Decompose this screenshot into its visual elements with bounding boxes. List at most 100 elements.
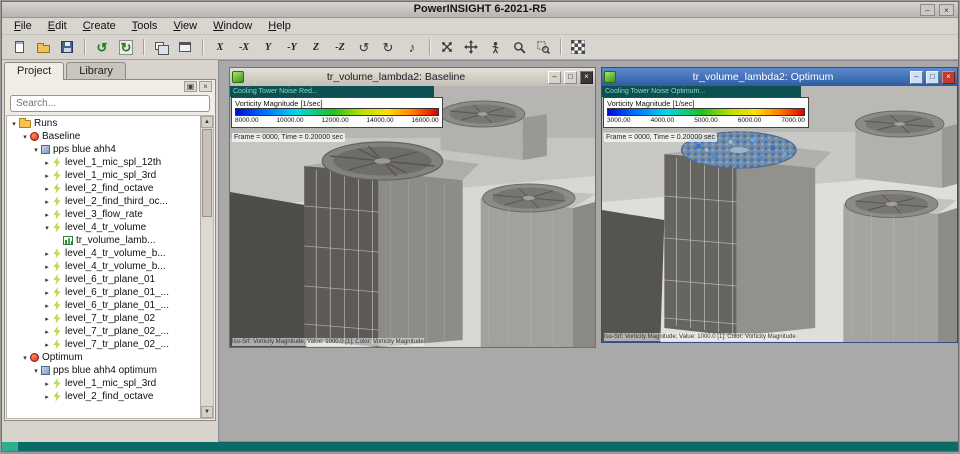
tree-expander-icon[interactable]: ▸ bbox=[42, 393, 52, 401]
tile-windows-button[interactable] bbox=[150, 37, 172, 58]
mdi-area: tr_volume_lambda2: Baseline – □ × Coolin… bbox=[218, 60, 958, 442]
tree-expander-icon[interactable]: ▾ bbox=[42, 224, 52, 232]
tree-item[interactable]: ▸ level_3_flow_rate bbox=[7, 208, 200, 221]
window-close-button[interactable]: × bbox=[939, 4, 954, 16]
tree-item[interactable]: ▸ level_2_find_third_oc... bbox=[7, 195, 200, 208]
child-titlebar[interactable]: tr_volume_lambda2: Optimum – □ × bbox=[602, 68, 957, 86]
menu-file[interactable]: File bbox=[6, 19, 40, 33]
tree-item[interactable]: ▾ pps blue ahh4 bbox=[7, 143, 200, 156]
menu-create[interactable]: Create bbox=[75, 19, 124, 33]
tree-expander-icon[interactable]: ▸ bbox=[42, 159, 52, 167]
save-button[interactable] bbox=[56, 37, 78, 58]
app-titlebar[interactable]: PowerINSIGHT 6-2021-R5 – × bbox=[2, 2, 958, 18]
tree-expander-icon[interactable]: ▾ bbox=[9, 120, 19, 128]
tree-expander-icon[interactable]: ▾ bbox=[20, 354, 30, 362]
child-minimize-button[interactable]: – bbox=[910, 70, 923, 84]
tree-expander-icon[interactable]: ▾ bbox=[31, 146, 41, 154]
view-neg-y-button[interactable]: -Y bbox=[281, 37, 303, 58]
colorbar-legend: Vorticity Magnitude [1/sec] 3000.00 4000… bbox=[603, 97, 809, 128]
tree-expander-icon[interactable]: ▸ bbox=[42, 198, 52, 206]
view-neg-z-button[interactable]: -Z bbox=[329, 37, 351, 58]
tree-expander-icon[interactable]: ▸ bbox=[42, 328, 52, 336]
chart-icon bbox=[63, 236, 73, 245]
tree-expander-icon[interactable]: ▾ bbox=[20, 133, 30, 141]
tree-item[interactable]: tr_volume_lamb... bbox=[7, 234, 200, 247]
menu-view[interactable]: View bbox=[165, 19, 205, 33]
tree-item[interactable]: ▸ level_6_tr_plane_01 bbox=[7, 273, 200, 286]
scrollbar-thumb[interactable] bbox=[202, 129, 212, 217]
tree-item[interactable]: ▸ level_2_find_octave bbox=[7, 390, 200, 403]
tab-project[interactable]: Project bbox=[4, 62, 65, 80]
tree-expander-icon[interactable]: ▸ bbox=[42, 341, 52, 349]
animation-button[interactable]: ♪ bbox=[401, 37, 423, 58]
analysis-icon bbox=[53, 196, 61, 207]
child-maximize-button[interactable]: □ bbox=[926, 70, 939, 84]
tree-expander-icon[interactable]: ▸ bbox=[42, 276, 52, 284]
tree-expander-icon[interactable]: ▸ bbox=[42, 172, 52, 180]
tree-item[interactable]: ▸ level_7_tr_plane_02_... bbox=[7, 325, 200, 338]
tree-expander-icon[interactable]: ▸ bbox=[42, 263, 52, 271]
tree-item[interactable]: ▾ Baseline bbox=[7, 130, 200, 143]
tree-item[interactable]: ▸ level_4_tr_volume_b... bbox=[7, 247, 200, 260]
tree-item[interactable]: ▸ level_6_tr_plane_01_... bbox=[7, 299, 200, 312]
tree-item[interactable]: ▾ Runs bbox=[7, 117, 200, 130]
run-button[interactable]: ↻ bbox=[115, 37, 137, 58]
tree-item[interactable]: ▾ Optimum bbox=[7, 351, 200, 364]
save-icon bbox=[61, 41, 73, 53]
tree-scrollbar[interactable]: ▲ ▼ bbox=[200, 116, 213, 418]
tree-item[interactable]: ▸ level_1_mic_spl_12th bbox=[7, 156, 200, 169]
search-input[interactable] bbox=[10, 95, 210, 112]
tree-expander-icon[interactable]: ▸ bbox=[42, 302, 52, 310]
float-panel-button[interactable]: ▣ bbox=[184, 81, 197, 92]
view-y-button[interactable]: Y bbox=[257, 37, 279, 58]
tree-item[interactable]: ▸ level_2_find_octave bbox=[7, 182, 200, 195]
open-button[interactable] bbox=[32, 37, 54, 58]
tree-item[interactable]: ▸ level_1_mic_spl_3rd bbox=[7, 169, 200, 182]
zoom-button[interactable] bbox=[508, 37, 530, 58]
child-maximize-button[interactable]: □ bbox=[564, 70, 577, 84]
scroll-up-icon[interactable]: ▲ bbox=[201, 116, 213, 128]
menu-window[interactable]: Window bbox=[205, 19, 260, 33]
tree-expander-icon[interactable]: ▸ bbox=[42, 380, 52, 388]
case-icon bbox=[41, 366, 50, 375]
walkthrough-button[interactable] bbox=[484, 37, 506, 58]
tree-expander-icon[interactable]: ▾ bbox=[31, 367, 41, 375]
window-minimize-button[interactable]: – bbox=[920, 4, 935, 16]
menu-edit[interactable]: Edit bbox=[40, 19, 75, 33]
tree-item[interactable]: ▸ level_4_tr_volume_b... bbox=[7, 260, 200, 273]
menu-tools[interactable]: Tools bbox=[124, 19, 166, 33]
scroll-down-icon[interactable]: ▼ bbox=[201, 406, 213, 418]
tree-expander-icon[interactable]: ▸ bbox=[42, 250, 52, 258]
view-z-button[interactable]: Z bbox=[305, 37, 327, 58]
view-neg-x-button[interactable]: -X bbox=[233, 37, 255, 58]
tree-expander-icon[interactable]: ▸ bbox=[42, 289, 52, 297]
import-button[interactable] bbox=[8, 37, 30, 58]
tree-expander-icon[interactable]: ▸ bbox=[42, 211, 52, 219]
tree-item[interactable]: ▾ level_4_tr_volume bbox=[7, 221, 200, 234]
child-close-button[interactable]: × bbox=[580, 70, 593, 84]
child-titlebar[interactable]: tr_volume_lambda2: Baseline – □ × bbox=[230, 68, 595, 86]
close-panel-button[interactable]: × bbox=[199, 81, 212, 92]
fit-view-button[interactable] bbox=[436, 37, 458, 58]
scrollbar-track[interactable] bbox=[201, 218, 213, 406]
tree-item[interactable]: ▸ level_6_tr_plane_01_... bbox=[7, 286, 200, 299]
child-minimize-button[interactable]: – bbox=[548, 70, 561, 84]
rotate-cw-button[interactable]: ↻ bbox=[377, 37, 399, 58]
menu-help[interactable]: Help bbox=[260, 19, 299, 33]
tree-item[interactable]: ▸ level_7_tr_plane_02_... bbox=[7, 338, 200, 351]
child-close-button[interactable]: × bbox=[942, 70, 955, 84]
tree-expander-icon[interactable]: ▸ bbox=[42, 315, 52, 323]
analysis-icon bbox=[53, 326, 61, 337]
tree-item[interactable]: ▸ level_7_tr_plane_02 bbox=[7, 312, 200, 325]
cascade-windows-button[interactable] bbox=[174, 37, 196, 58]
zoom-region-button[interactable] bbox=[532, 37, 554, 58]
rotate-ccw-button[interactable]: ↺ bbox=[353, 37, 375, 58]
tree-expander-icon[interactable]: ▸ bbox=[42, 185, 52, 193]
tree-item[interactable]: ▾ pps blue ahh4 optimum bbox=[7, 364, 200, 377]
tree-item[interactable]: ▸ level_1_mic_spl_3rd bbox=[7, 377, 200, 390]
pan-button[interactable] bbox=[460, 37, 482, 58]
view-x-button[interactable]: X bbox=[209, 37, 231, 58]
refresh-button[interactable]: ↺ bbox=[91, 37, 113, 58]
render-button[interactable] bbox=[567, 37, 589, 58]
tab-library[interactable]: Library bbox=[66, 62, 126, 80]
